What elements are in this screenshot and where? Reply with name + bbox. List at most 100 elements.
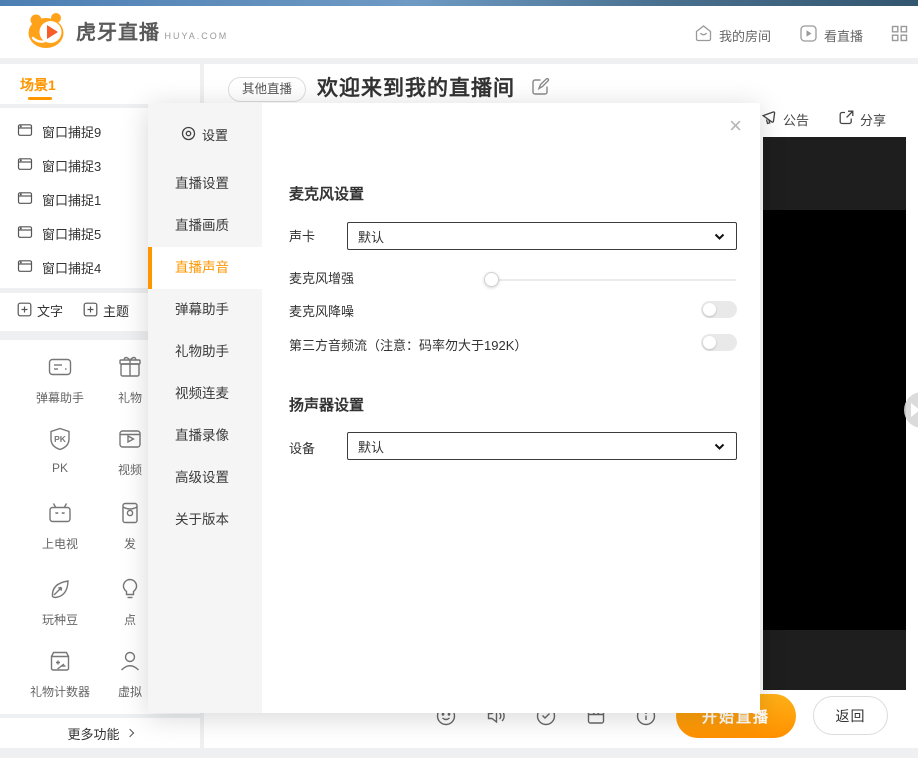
expand-panel-handle[interactable] (904, 392, 918, 428)
more-features-button[interactable]: 更多功能 (0, 718, 200, 748)
app-window: 虎牙直播 HUYA.COM 我的房间 (0, 0, 918, 758)
leaf-icon (47, 589, 73, 606)
back-button[interactable]: 返回 (813, 696, 888, 735)
window-icon (17, 122, 33, 141)
tv-icon (47, 513, 73, 530)
menu-item-advanced-settings[interactable]: 高级设置 (148, 457, 262, 499)
active-tab-indicator (28, 97, 52, 100)
gear-icon (181, 126, 196, 144)
my-room-label: 我的房间 (719, 26, 771, 45)
mic-gain-label: 麦克风增强 (289, 268, 354, 287)
menu-item-video-link[interactable]: 视频连麦 (148, 373, 262, 415)
mic-section-title: 麦克风设置 (289, 183, 364, 204)
gift-counter-icon (47, 661, 73, 678)
category-badge[interactable]: 其他直播 (228, 77, 306, 102)
edit-icon[interactable] (531, 77, 550, 101)
my-room-button[interactable]: 我的房间 (694, 24, 771, 46)
sound-card-label: 声卡 (289, 226, 315, 245)
add-text-button[interactable]: 文字 (17, 301, 63, 320)
settings-title: 设置 (202, 125, 228, 144)
pk-shield-icon: PK (47, 439, 73, 456)
watch-live-label: 看直播 (824, 26, 863, 45)
feature-pk[interactable]: PK PK (20, 426, 100, 475)
feature-tv[interactable]: 上电视 (20, 500, 100, 552)
app-header: 虎牙直播 HUYA.COM 我的房间 (0, 6, 918, 58)
scene-tab-label: 场景1 (20, 77, 56, 93)
sound-card-value: 默认 (358, 227, 384, 246)
logo-title: 虎牙直播 (76, 22, 160, 44)
video-preview (763, 137, 906, 690)
share-button[interactable]: 分享 (838, 109, 886, 129)
menu-item-live-settings[interactable]: 直播设置 (148, 163, 262, 205)
avatar-icon (117, 661, 143, 678)
huya-logo[interactable]: 虎牙直播 HUYA.COM (26, 12, 228, 55)
feature-gift-counter[interactable]: 礼物计数器 (20, 648, 100, 700)
slider-track (486, 279, 736, 281)
feature-label: 玩种豆 (20, 611, 100, 628)
feature-label: 弹幕助手 (20, 389, 100, 406)
menu-item-video-quality[interactable]: 直播画质 (148, 205, 262, 247)
announcement-button[interactable]: 公告 (761, 109, 809, 129)
add-theme-label: 主题 (103, 301, 129, 320)
source-label: 窗口捕捉1 (42, 190, 101, 209)
more-features-label: 更多功能 (67, 724, 119, 743)
sound-card-select[interactable]: 默认 (347, 222, 737, 250)
mic-denoise-label: 麦克风降噪 (289, 301, 354, 320)
mic-denoise-toggle[interactable] (701, 301, 737, 318)
feature-beans[interactable]: 玩种豆 (20, 576, 100, 628)
source-label: 窗口捕捉5 (42, 224, 101, 243)
toggle-knob (703, 303, 716, 316)
settings-dialog: 设置 直播设置 直播画质 直播声音 弹幕助手 礼物助手 视频连麦 直播录像 高级… (148, 103, 760, 713)
feature-label: 上电视 (20, 535, 100, 552)
add-text-label: 文字 (37, 301, 63, 320)
announcement-label: 公告 (783, 110, 809, 129)
speaker-device-label: 设备 (289, 438, 315, 457)
red-packet-icon (117, 513, 143, 530)
slider-thumb[interactable] (484, 272, 499, 287)
feature-label: PK (20, 461, 100, 475)
feature-danmaku-assistant[interactable]: 弹幕助手 (20, 354, 100, 406)
logo-subtitle: HUYA.COM (164, 31, 228, 41)
category-label: 其他直播 (242, 82, 292, 96)
menu-item-live-audio[interactable]: 直播声音 (148, 247, 262, 289)
gift-icon (117, 367, 143, 384)
mic-gain-slider[interactable] (484, 271, 737, 289)
source-label: 窗口捕捉9 (42, 122, 101, 141)
svg-text:PK: PK (54, 434, 67, 444)
window-icon (17, 190, 33, 209)
danmaku-icon (47, 367, 73, 384)
scene-tab[interactable]: 场景1 (20, 75, 56, 95)
speaker-section-title: 扬声器设置 (289, 394, 364, 415)
watch-live-button[interactable]: 看直播 (799, 24, 863, 46)
speaker-device-select[interactable]: 默认 (347, 432, 737, 460)
video-icon (117, 439, 143, 456)
close-icon[interactable]: × (729, 115, 742, 137)
chevron-down-icon (713, 230, 726, 243)
arrow-right-icon (911, 403, 918, 417)
third-party-audio-label: 第三方音频流（注意：码率勿大于192K） (289, 335, 527, 354)
huya-tiger-icon (26, 12, 68, 55)
source-label: 窗口捕捉3 (42, 156, 101, 175)
menu-item-danmaku-assistant[interactable]: 弹幕助手 (148, 289, 262, 331)
grid-menu-button[interactable] (891, 25, 908, 45)
settings-menu-header: 设置 (181, 125, 228, 144)
home-icon (694, 24, 713, 46)
plus-square-icon (83, 302, 98, 320)
menu-item-gift-assistant[interactable]: 礼物助手 (148, 331, 262, 373)
bulb-icon (117, 589, 143, 606)
third-party-audio-toggle[interactable] (701, 334, 737, 351)
window-icon (17, 258, 33, 277)
share-icon (838, 109, 855, 129)
menu-item-live-recording[interactable]: 直播录像 (148, 415, 262, 457)
toggle-knob (703, 336, 716, 349)
source-label: 窗口捕捉4 (42, 258, 101, 277)
window-icon (17, 224, 33, 243)
chevron-right-icon (125, 729, 133, 737)
plus-square-icon (17, 302, 32, 320)
feature-label: 礼物计数器 (20, 683, 100, 700)
speaker-device-value: 默认 (358, 437, 384, 456)
room-title: 欢迎来到我的直播间 (317, 72, 515, 102)
menu-item-about-version[interactable]: 关于版本 (148, 499, 262, 541)
window-icon (17, 156, 33, 175)
add-theme-button[interactable]: 主题 (83, 301, 129, 320)
